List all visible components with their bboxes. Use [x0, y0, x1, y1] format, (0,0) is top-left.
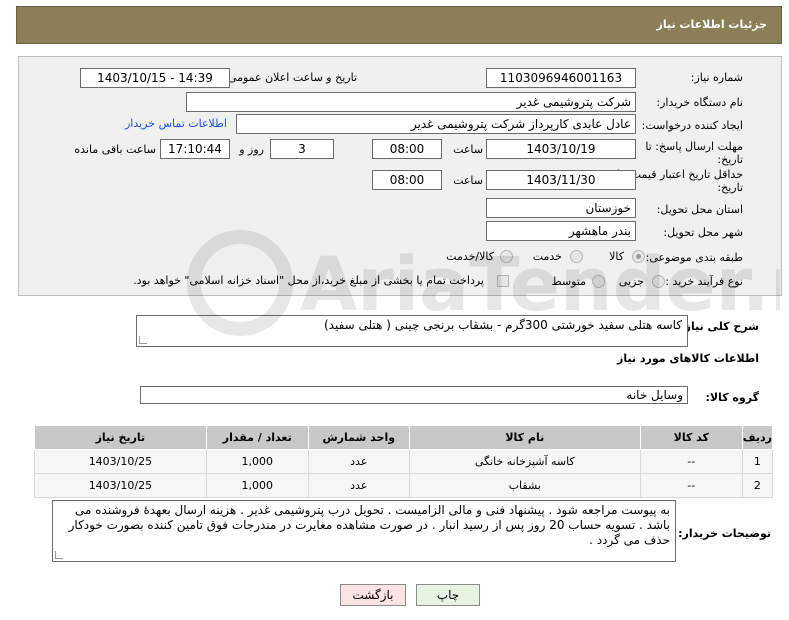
- remaining-label: ساعت باقی مانده: [74, 143, 156, 156]
- validity-label: حداقل تاریخ اعتبار قیمت: تا: [617, 168, 743, 181]
- treasury-payment-checkbox[interactable]: [497, 275, 509, 287]
- cell-qty: 1,000: [205, 449, 309, 474]
- city-label: شهر محل تحویل:: [663, 226, 743, 239]
- goods-section-title: اطلاعات کالاهای مورد نیاز: [617, 352, 759, 365]
- summary-label: شرح کلی نیاز:: [680, 320, 759, 333]
- cell-unit: عدد: [307, 449, 410, 474]
- validity-time-field[interactable]: 08:00: [372, 170, 442, 190]
- summary-text: کاسه هتلی سفید خورشتی 300گرم - بشقاب برن…: [324, 318, 682, 332]
- cell-unit: عدد: [307, 473, 410, 498]
- page-title: جزئیات اطلاعات نیاز: [656, 18, 768, 31]
- buyer-notes-label: توضیحات خریدار:: [678, 527, 771, 540]
- deadline-label-date: تاریخ:: [717, 153, 743, 166]
- goods-table-header: ردیف کد کالا نام کالا واحد شمارش تعداد /…: [34, 425, 774, 450]
- buyer-contact-link[interactable]: اطلاعات تماس خریدار: [125, 117, 227, 130]
- process-minor-radio[interactable]: [652, 275, 665, 288]
- col-name: نام کالا: [408, 425, 641, 450]
- col-date: تاریخ نیاز: [34, 425, 207, 450]
- validity-date-field[interactable]: 1403/11/30: [486, 170, 636, 190]
- city-field[interactable]: بندر ماهشهر: [486, 221, 636, 241]
- process-medium-label: متوسط: [551, 275, 586, 288]
- announce-label: تاریخ و ساعت اعلان عمومی:: [224, 71, 357, 84]
- category-goods-label: کالا: [609, 250, 624, 263]
- deadline-time-label: ساعت: [453, 143, 483, 156]
- deadline-date-field[interactable]: 1403/10/19: [486, 139, 636, 159]
- cell-name: کاسه آشپزخانه خانگی: [408, 449, 641, 474]
- col-unit: واحد شمارش: [307, 425, 410, 450]
- creator-field[interactable]: عادل عابدی کارپرداز شرکت پتروشیمی غدیر: [236, 114, 636, 134]
- buyer-org-field[interactable]: شرکت پتروشیمی غدیر: [186, 92, 636, 112]
- deadline-label: مهلت ارسال پاسخ: تا: [645, 140, 743, 153]
- cell-qty: 1,000: [205, 473, 309, 498]
- goods-table: ردیف کد کالا نام کالا واحد شمارش تعداد /…: [34, 425, 774, 498]
- col-row: ردیف: [741, 425, 774, 450]
- cell-code: --: [639, 473, 743, 498]
- cell-name: بشقاب: [408, 473, 641, 498]
- deadline-time-field[interactable]: 08:00: [372, 139, 442, 159]
- back-button[interactable]: بازگشت: [340, 584, 406, 606]
- category-label: طبقه بندی موضوعی:: [645, 251, 743, 264]
- buyer-org-label: نام دستگاه خریدار:: [656, 96, 743, 109]
- buyer-notes-text: به پیوست مراجعه شود . پیشنهاد فنی و مالی…: [68, 503, 670, 547]
- days-remaining-field[interactable]: 3: [270, 139, 334, 159]
- resize-grip-icon[interactable]: [139, 336, 147, 344]
- creator-label: ایجاد کننده درخواست:: [641, 119, 743, 132]
- col-code: کد کالا: [639, 425, 743, 450]
- goods-group-label: گروه کالا:: [705, 391, 759, 404]
- category-service-label: خدمت: [532, 250, 562, 263]
- province-label: استان محل تحویل:: [656, 203, 743, 216]
- validity-label-date: تاریخ:: [717, 181, 743, 194]
- category-goods-service-label: کالا/خدمت: [446, 250, 494, 263]
- category-service-radio[interactable]: [570, 250, 583, 263]
- goods-group-field[interactable]: وسایل خانه: [140, 386, 688, 404]
- col-qty: تعداد / مقدار: [205, 425, 309, 450]
- page-header: جزئیات اطلاعات نیاز: [16, 6, 782, 44]
- days-label: روز و: [239, 143, 264, 156]
- process-label: نوع فرآیند خرید :: [665, 275, 743, 288]
- process-minor-label: جزیی: [618, 275, 644, 288]
- resize-grip-icon[interactable]: [55, 551, 63, 559]
- process-medium-radio[interactable]: [592, 275, 605, 288]
- category-goods-service-radio[interactable]: [500, 250, 513, 263]
- need-number-label: شماره نیاز:: [690, 71, 743, 84]
- announce-datetime-field[interactable]: 1403/10/15 - 14:39: [80, 68, 230, 88]
- validity-time-label: ساعت: [453, 174, 483, 187]
- cell-date: 1403/10/25: [34, 473, 207, 498]
- buyer-notes-textarea[interactable]: به پیوست مراجعه شود . پیشنهاد فنی و مالی…: [52, 500, 676, 562]
- cell-row: 1: [741, 449, 774, 474]
- cell-code: --: [639, 449, 743, 474]
- need-number-field[interactable]: 1103096946001163: [486, 68, 636, 88]
- table-row: 1 -- کاسه آشپزخانه خانگی عدد 1,000 1403/…: [34, 449, 774, 474]
- summary-textarea[interactable]: کاسه هتلی سفید خورشتی 300گرم - بشقاب برن…: [136, 315, 688, 347]
- table-row: 2 -- بشقاب عدد 1,000 1403/10/25: [34, 473, 774, 498]
- remaining-time-field[interactable]: 17:10:44: [160, 139, 230, 159]
- category-goods-radio[interactable]: [632, 250, 645, 263]
- province-field[interactable]: خوزستان: [486, 198, 636, 218]
- treasury-payment-note: پرداخت تمام یا بخشی از مبلغ خرید،از محل …: [133, 274, 484, 287]
- cell-date: 1403/10/25: [34, 449, 207, 474]
- cell-row: 2: [741, 473, 774, 498]
- print-button[interactable]: چاپ: [416, 584, 480, 606]
